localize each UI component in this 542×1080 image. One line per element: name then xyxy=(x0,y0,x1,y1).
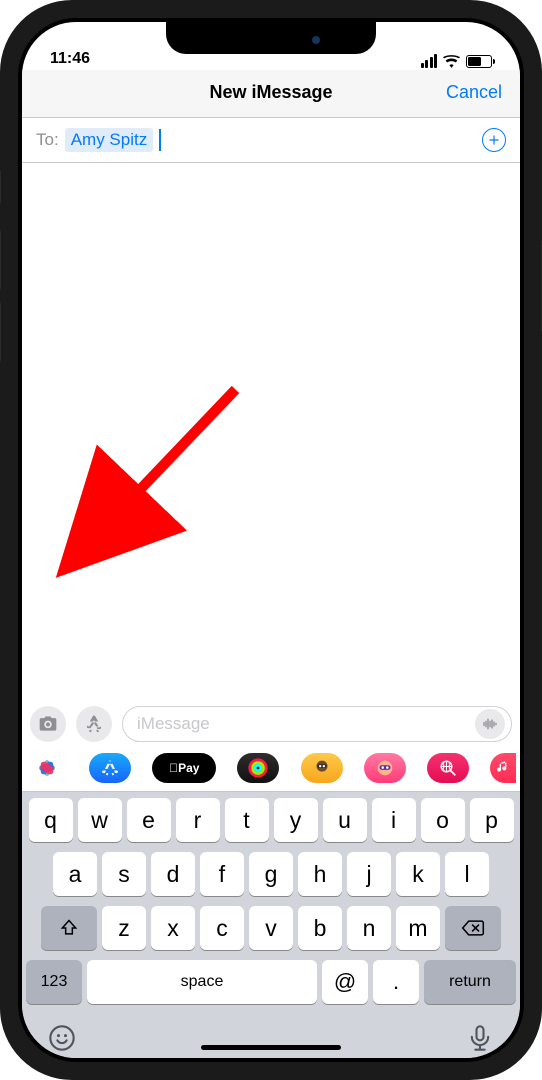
wifi-icon xyxy=(443,55,460,68)
to-field[interactable]: To: Amy Spitz xyxy=(22,118,520,163)
keyboard-row-2: a s d f g h j k l xyxy=(26,852,516,896)
screen: 11:46 New iMessage Cancel To: Amy Spitz xyxy=(22,22,520,1058)
key-g[interactable]: g xyxy=(249,852,293,896)
nav-header: New iMessage Cancel xyxy=(22,70,520,118)
key-v[interactable]: v xyxy=(249,906,293,950)
key-j[interactable]: j xyxy=(347,852,391,896)
key-i[interactable]: i xyxy=(372,798,416,842)
music-app-icon[interactable] xyxy=(490,753,516,783)
return-key[interactable]: return xyxy=(424,960,516,1004)
notch xyxy=(166,22,376,54)
dot-key[interactable]: . xyxy=(373,960,419,1004)
space-key[interactable]: space xyxy=(87,960,317,1004)
apple-pay-app-icon[interactable]: Pay xyxy=(152,753,216,783)
key-e[interactable]: e xyxy=(127,798,171,842)
key-f[interactable]: f xyxy=(200,852,244,896)
compose-toolbar: iMessage xyxy=(22,698,520,748)
page-title: New iMessage xyxy=(38,82,504,103)
apple-pay-label: Pay xyxy=(169,761,199,775)
translate-app-icon[interactable] xyxy=(427,753,469,783)
dictation-key-icon[interactable] xyxy=(466,1024,494,1052)
message-placeholder: iMessage xyxy=(137,714,210,734)
shift-icon xyxy=(59,918,79,938)
home-indicator[interactable] xyxy=(201,1045,341,1050)
key-a[interactable]: a xyxy=(53,852,97,896)
activity-app-icon[interactable] xyxy=(237,753,279,783)
keyboard-row-1: q w e r t y u i o p xyxy=(26,798,516,842)
text-cursor xyxy=(159,129,161,151)
key-x[interactable]: x xyxy=(151,906,195,950)
keyboard: q w e r t y u i o p a s d f g h xyxy=(22,792,520,1012)
app-store-button[interactable] xyxy=(76,706,112,742)
keyboard-row-4: 123 space @ . return xyxy=(26,960,516,1004)
device-bezel: 11:46 New iMessage Cancel To: Amy Spitz xyxy=(18,18,524,1062)
key-d[interactable]: d xyxy=(151,852,195,896)
message-input[interactable]: iMessage xyxy=(122,706,512,742)
annotation-arrow xyxy=(112,383,242,513)
app-store-app-icon[interactable] xyxy=(89,753,131,783)
volume-up-button[interactable] xyxy=(0,230,1,290)
key-h[interactable]: h xyxy=(298,852,342,896)
status-indicators xyxy=(421,54,493,68)
key-n[interactable]: n xyxy=(347,906,391,950)
audio-record-button[interactable] xyxy=(475,709,505,739)
recipient-pill[interactable]: Amy Spitz xyxy=(65,128,154,152)
cellular-signal-icon xyxy=(421,54,438,68)
mute-switch[interactable] xyxy=(0,170,1,204)
shift-key[interactable] xyxy=(41,906,97,950)
backspace-key[interactable] xyxy=(445,906,501,950)
numbers-key[interactable]: 123 xyxy=(26,960,82,1004)
to-label: To: xyxy=(36,130,59,150)
backspace-icon xyxy=(461,918,485,938)
conversation-area xyxy=(22,163,520,698)
key-s[interactable]: s xyxy=(102,852,146,896)
key-t[interactable]: t xyxy=(225,798,269,842)
key-p[interactable]: p xyxy=(470,798,514,842)
key-l[interactable]: l xyxy=(445,852,489,896)
at-key[interactable]: @ xyxy=(322,960,368,1004)
key-z[interactable]: z xyxy=(102,906,146,950)
key-q[interactable]: q xyxy=(29,798,73,842)
imessage-app-strip[interactable]: Pay xyxy=(22,748,520,792)
keyboard-footer xyxy=(22,1012,520,1058)
key-m[interactable]: m xyxy=(396,906,440,950)
memoji-app-icon[interactable] xyxy=(301,753,343,783)
device-frame: 11:46 New iMessage Cancel To: Amy Spitz xyxy=(0,0,542,1080)
add-contact-button[interactable] xyxy=(482,128,506,152)
emoji-key-icon[interactable] xyxy=(48,1024,76,1052)
keyboard-row-3: z x c v b n m xyxy=(26,906,516,950)
battery-icon xyxy=(466,55,492,68)
cancel-button[interactable]: Cancel xyxy=(446,82,502,103)
key-w[interactable]: w xyxy=(78,798,122,842)
key-c[interactable]: c xyxy=(200,906,244,950)
status-time: 11:46 xyxy=(50,50,90,68)
key-y[interactable]: y xyxy=(274,798,318,842)
volume-down-button[interactable] xyxy=(0,302,1,362)
camera-button[interactable] xyxy=(30,706,66,742)
key-u[interactable]: u xyxy=(323,798,367,842)
animoji-app-icon[interactable] xyxy=(364,753,406,783)
photos-app-icon[interactable] xyxy=(26,753,68,783)
key-k[interactable]: k xyxy=(396,852,440,896)
key-o[interactable]: o xyxy=(421,798,465,842)
key-r[interactable]: r xyxy=(176,798,220,842)
key-b[interactable]: b xyxy=(298,906,342,950)
